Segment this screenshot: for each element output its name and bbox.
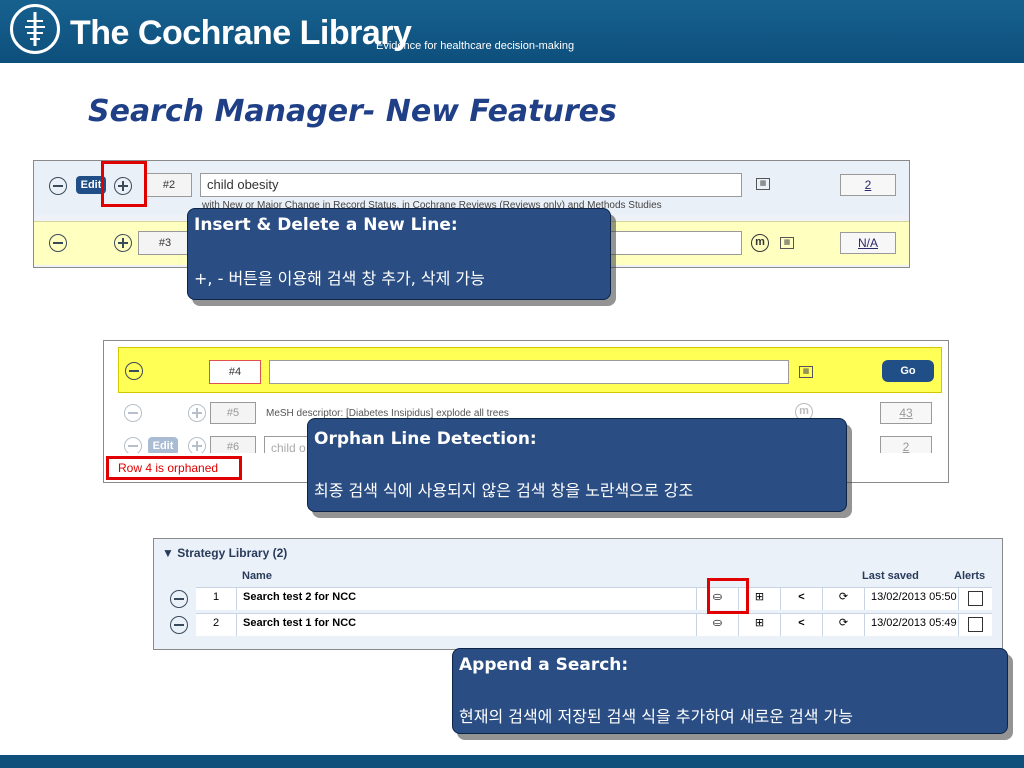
line-number: #5 bbox=[210, 402, 256, 424]
share-icon[interactable]: < bbox=[780, 614, 822, 636]
insert-line-icon[interactable] bbox=[114, 234, 132, 252]
limits-grid-icon[interactable]: ▦ bbox=[799, 366, 813, 378]
insert-line-icon[interactable] bbox=[188, 404, 206, 422]
delete-strategy-icon[interactable] bbox=[170, 590, 188, 608]
cochrane-logo-icon bbox=[10, 4, 60, 54]
strategy-name[interactable]: Search test 2 for NCC bbox=[236, 588, 696, 610]
row-number: 2 bbox=[212, 617, 220, 629]
export-icon[interactable]: ⟳ bbox=[822, 588, 864, 610]
column-name-header: Name bbox=[242, 570, 272, 582]
delete-line-icon[interactable] bbox=[49, 234, 67, 252]
search-row-2: Edit #2 child obesity with New or Major … bbox=[34, 161, 909, 215]
brand-name: The Cochrane Library bbox=[70, 14, 412, 52]
column-last-saved-header: Last saved bbox=[862, 570, 919, 582]
go-button[interactable]: Go bbox=[882, 360, 934, 382]
append-highlight-frame bbox=[707, 578, 749, 614]
append-search-icon[interactable]: ⊞ bbox=[738, 614, 780, 636]
strategy-library-panel: ▼ Strategy Library (2) Name Last saved A… bbox=[153, 538, 1003, 650]
search-row-4: #4 ▦ Go bbox=[118, 347, 942, 393]
strategy-name[interactable]: Search test 1 for NCC bbox=[236, 614, 696, 636]
search-input[interactable] bbox=[269, 360, 789, 384]
hit-count-link[interactable]: 2 bbox=[840, 174, 896, 196]
last-saved-value: 13/02/2013 05:50 bbox=[864, 588, 958, 610]
collapse-triangle-icon: ▼ bbox=[162, 546, 178, 560]
orphan-warning-text: Row 4 is orphaned bbox=[118, 461, 219, 475]
column-alerts-header: Alerts bbox=[954, 570, 986, 582]
callout-insert-delete: Insert & Delete a New Line: +, - 버튼을 이용해… bbox=[187, 208, 611, 300]
highlight-frame bbox=[101, 161, 147, 207]
share-icon[interactable]: < bbox=[780, 588, 822, 610]
brand-tagline: Evidence for healthcare decision-making bbox=[376, 40, 575, 52]
strategy-title: Strategy Library (2) bbox=[177, 546, 288, 560]
alerts-cell bbox=[958, 588, 992, 610]
last-saved-value: 13/02/2013 05:49 bbox=[864, 614, 958, 636]
slide-title: Search Manager- New Features bbox=[88, 94, 617, 129]
export-icon[interactable]: ⟳ bbox=[822, 614, 864, 636]
delete-line-icon[interactable] bbox=[125, 362, 143, 380]
limits-grid-icon[interactable]: ▦ bbox=[780, 237, 794, 249]
line-number: #6 bbox=[210, 436, 256, 453]
callout-title: Insert & Delete a New Line: bbox=[194, 215, 458, 235]
callout-body: 현재의 검색에 저장된 검색 식을 추가하여 새로운 검색 가능 bbox=[459, 707, 853, 726]
hit-count-link[interactable]: 2 bbox=[880, 436, 932, 453]
strategy-row: 2 Search test 1 for NCC ⛀ ⊞ < ⟳ 13/02/20… bbox=[170, 613, 992, 636]
alert-checkbox[interactable] bbox=[968, 591, 983, 606]
row-number: 1 bbox=[212, 591, 220, 603]
footer-bar bbox=[0, 755, 1024, 768]
search-input[interactable]: child obesity bbox=[200, 173, 742, 197]
callout-orphan-detection: Orphan Line Detection: 최종 검색 식에 사용되지 않은 … bbox=[307, 418, 847, 512]
alert-checkbox[interactable] bbox=[968, 617, 983, 632]
callout-body: +, - 버튼을 이용해 검색 창 추가, 삭제 가능 bbox=[194, 269, 485, 288]
line-number: #2 bbox=[146, 173, 192, 197]
delete-line-icon[interactable] bbox=[124, 437, 142, 453]
alerts-cell bbox=[958, 614, 992, 636]
callout-body: 최종 검색 식에 사용되지 않은 검색 창을 노란색으로 강조 bbox=[314, 481, 694, 500]
callout-append-search: Append a Search: 현재의 검색에 저장된 검색 식을 추가하여 … bbox=[452, 648, 1008, 734]
limits-grid-icon[interactable]: ▦ bbox=[756, 178, 770, 190]
line-number: #3 bbox=[138, 231, 192, 255]
mesh-m-icon[interactable]: m bbox=[751, 234, 769, 252]
hit-count-link[interactable]: 43 bbox=[880, 402, 932, 424]
edit-button[interactable]: Edit bbox=[148, 437, 178, 453]
delete-line-icon[interactable] bbox=[124, 404, 142, 422]
line-number: #4 bbox=[209, 360, 261, 384]
strategy-header[interactable]: ▼ Strategy Library (2) bbox=[162, 546, 287, 560]
hit-count-link[interactable]: N/A bbox=[840, 232, 896, 254]
callout-title: Orphan Line Detection: bbox=[314, 429, 537, 449]
delete-line-icon[interactable] bbox=[49, 177, 67, 195]
insert-line-icon[interactable] bbox=[188, 437, 206, 453]
delete-strategy-icon[interactable] bbox=[170, 616, 188, 634]
strategy-row: 1 Search test 2 for NCC ⛀ ⊞ < ⟳ 13/02/20… bbox=[170, 587, 992, 610]
run-strategy-icon[interactable]: ⛀ bbox=[696, 614, 738, 636]
callout-title: Append a Search: bbox=[459, 655, 629, 675]
